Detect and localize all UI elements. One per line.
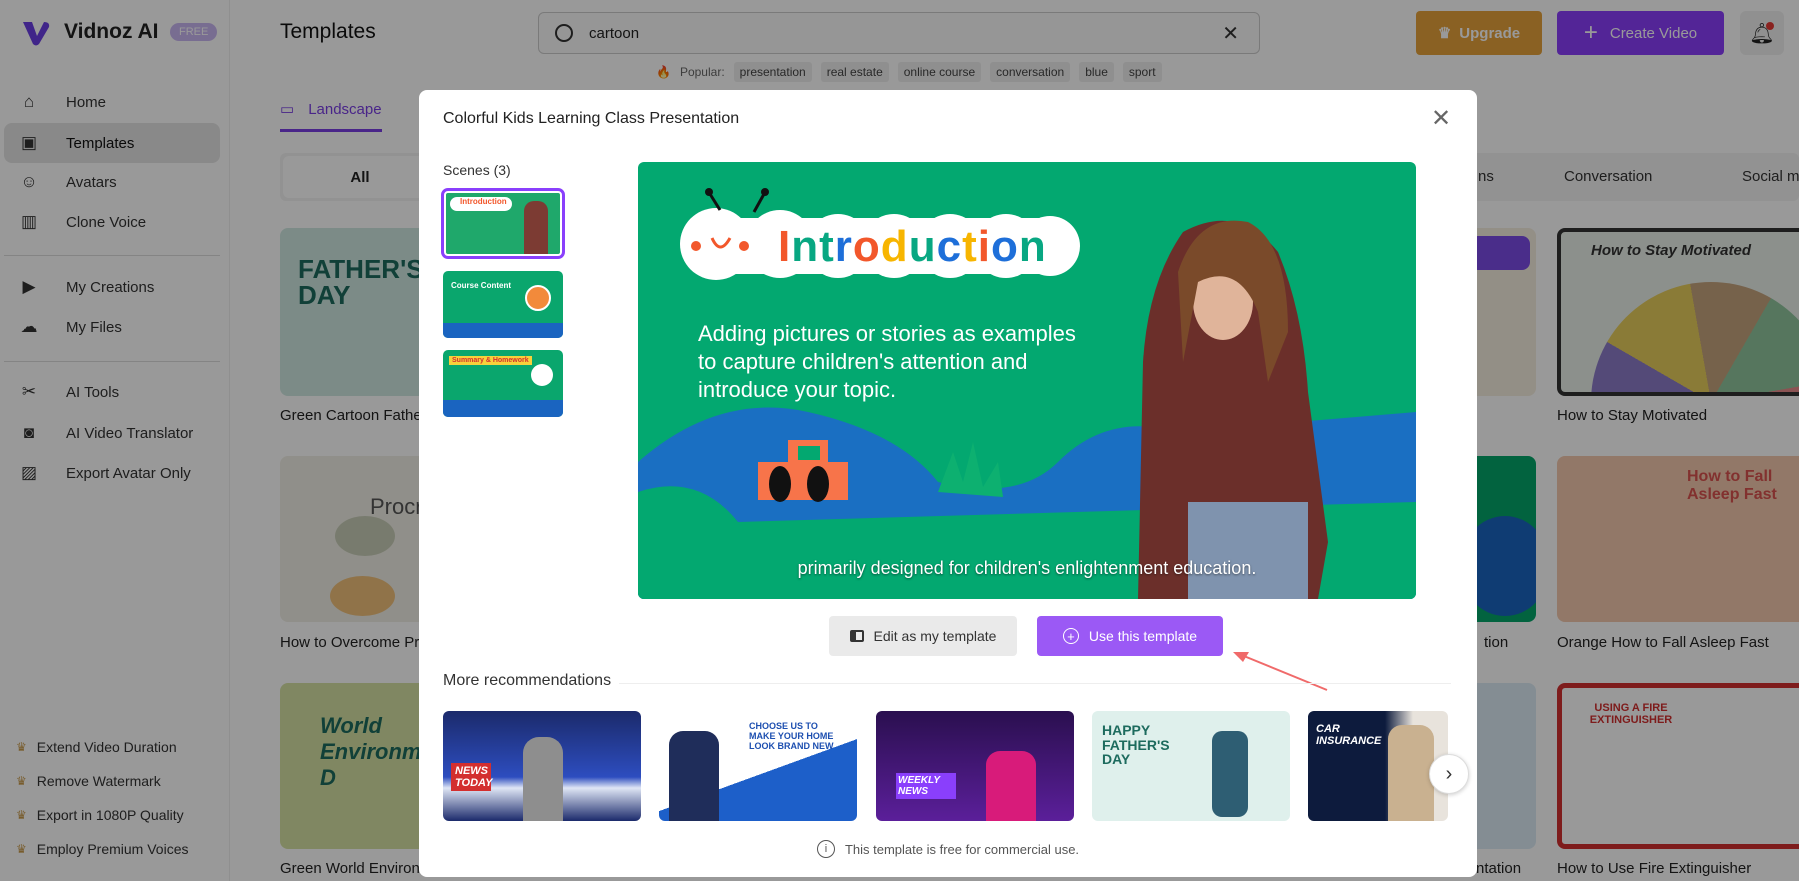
body-line: to capture children's attention and — [698, 349, 1028, 374]
heading-letter: u — [908, 222, 937, 271]
body-line: introduce your topic. — [698, 377, 897, 402]
recommendation-card[interactable]: HAPPY FATHER'S DAY — [1092, 711, 1290, 821]
heading-letter: c — [936, 222, 963, 271]
heading-letter: o — [852, 222, 881, 271]
rec-text: CHOOSE US TO MAKE YOUR HOME LOOK BRAND N… — [749, 721, 834, 751]
edit-label: Edit as my template — [873, 628, 997, 644]
heading-letter: I — [778, 222, 792, 271]
license-note: i This template is free for commercial us… — [419, 840, 1477, 858]
heading-letter: n — [1018, 222, 1047, 271]
scene-title: Summary & Homework — [449, 356, 532, 365]
chevron-right-icon: › — [1445, 762, 1453, 785]
scene-thumb-2[interactable]: Course Content — [443, 271, 563, 338]
annotation-arrow — [1233, 652, 1328, 691]
heading-letter: n — [791, 222, 820, 271]
use-this-template-button[interactable]: + Use this template — [1037, 616, 1223, 656]
scene-title: Course Content — [451, 281, 511, 290]
rec-text: CAR INSURANCE — [1316, 723, 1382, 747]
license-text: This template is free for commercial use… — [844, 841, 1080, 857]
next-recommendations-button[interactable]: › — [1429, 754, 1469, 794]
info-icon: i — [816, 840, 835, 858]
heading-letter: i — [977, 222, 991, 271]
plus-circle-icon: + — [1062, 628, 1079, 644]
use-label: Use this template — [1088, 628, 1198, 644]
heading-letter: o — [990, 222, 1019, 271]
preview-subtitle: primarily designed for children's enligh… — [797, 558, 1257, 578]
scene-thumb-1[interactable]: Introduction — [441, 188, 565, 259]
rec-text: WEEKLY NEWS — [896, 773, 956, 799]
scenes-label: Scenes (3) — [443, 162, 511, 178]
close-icon[interactable]: ✕ — [1431, 104, 1451, 133]
scene-thumb-3[interactable]: Summary & Homework — [443, 350, 563, 417]
heading-letter: t — [962, 222, 978, 271]
preview-body: Adding pictures or stories as examples t… — [698, 320, 1076, 404]
modal-title: Colorful Kids Learning Class Presentatio… — [443, 110, 740, 127]
heading-letter: r — [834, 222, 853, 271]
preview-heading: Introduction — [778, 222, 1047, 272]
more-recommendations-label: More recommendations — [443, 672, 612, 689]
edit-template-icon — [849, 630, 864, 642]
edit-as-my-template-button[interactable]: Edit as my template — [829, 616, 1017, 656]
heading-letter: t — [819, 222, 835, 271]
heading-letter: d — [880, 222, 909, 271]
recommendation-card[interactable]: CHOOSE US TO MAKE YOUR HOME LOOK BRAND N… — [659, 711, 857, 821]
rec-text: HAPPY FATHER'S DAY — [1102, 722, 1170, 768]
recommendation-card[interactable]: NEWS TODAY — [443, 711, 641, 821]
divider — [619, 683, 1451, 684]
template-preview[interactable]: Introduction Adding pictures or stories … — [638, 162, 1416, 599]
recommendation-card[interactable]: CAR INSURANCE — [1308, 711, 1448, 821]
rec-text: NEWS TODAY — [451, 763, 493, 791]
template-preview-modal: Colorful Kids Learning Class Presentatio… — [419, 90, 1477, 877]
body-line: Adding pictures or stories as examples — [698, 321, 1076, 346]
recommendation-card[interactable]: WEEKLY NEWS — [876, 711, 1074, 821]
scene-title: Introduction — [450, 197, 512, 211]
